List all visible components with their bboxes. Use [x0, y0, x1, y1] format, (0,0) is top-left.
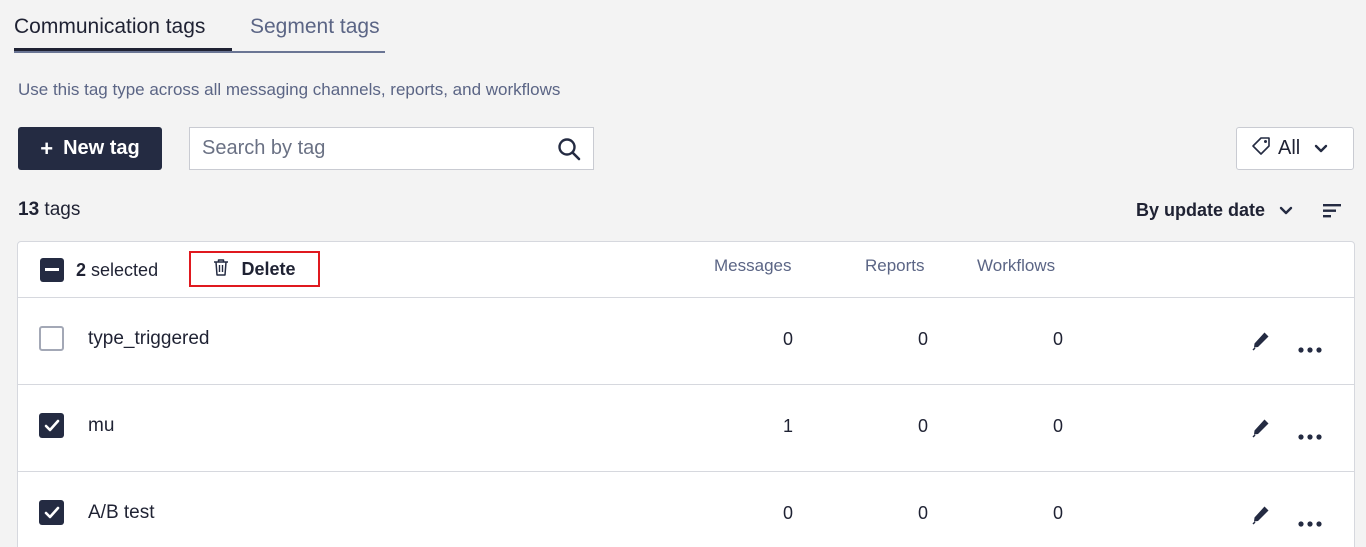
tag-count: 13 tags [18, 199, 80, 221]
tag-count-unit: tags [44, 199, 81, 220]
reports-count: 0 [917, 329, 928, 349]
workflows-count: 0 [1052, 416, 1063, 436]
selected-count: 2 [76, 259, 87, 280]
column-header-messages[interactable]: Messages [714, 256, 791, 276]
pencil-icon[interactable] [1252, 418, 1270, 443]
tag-name: A/B test [88, 502, 155, 523]
pencil-icon[interactable] [1252, 505, 1270, 530]
column-header-reports[interactable]: Reports [865, 256, 925, 276]
messages-count: 0 [782, 503, 793, 523]
table-header: 2 selected Delete Messages Reports Workf… [18, 242, 1354, 298]
workflows-count: 0 [1052, 503, 1063, 523]
trash-icon [213, 258, 229, 281]
sort-order-icon[interactable] [1322, 203, 1342, 224]
table-row: A/B test 0 0 0 [18, 472, 1354, 547]
delete-button[interactable]: Delete [189, 251, 320, 287]
delete-label: Delete [241, 258, 296, 279]
tab-communication-tags[interactable]: Communication tags [14, 0, 232, 51]
search-icon[interactable] [557, 137, 581, 166]
tag-name: mu [88, 415, 115, 436]
plus-icon: + [40, 135, 54, 161]
search-box [189, 127, 594, 170]
selection-summary: 2 selected [40, 258, 158, 282]
selected-count-text: 2 selected [76, 260, 158, 281]
tag-filter-dropdown[interactable]: All [1236, 127, 1354, 170]
tab-segment-tags[interactable]: Segment tags [232, 0, 380, 51]
chevron-down-icon [1314, 137, 1328, 160]
pencil-icon[interactable] [1252, 331, 1270, 356]
table-row: mu 1 0 0 [18, 385, 1354, 472]
tag-type-description: Use this tag type across all messaging c… [18, 80, 561, 99]
table-row: type_triggered 0 0 0 [18, 298, 1354, 385]
more-options-icon[interactable] [1298, 340, 1322, 358]
filter-value: All [1278, 137, 1301, 159]
sort-label: By update date [1136, 200, 1266, 220]
more-options-icon[interactable] [1298, 514, 1322, 532]
select-all-checkbox[interactable] [40, 258, 64, 282]
tag-count-number: 13 [18, 199, 40, 220]
sort-dropdown[interactable]: By update date [1136, 200, 1293, 221]
chevron-down-icon [1279, 200, 1293, 221]
tags-table: 2 selected Delete Messages Reports Workf… [17, 241, 1355, 547]
more-options-icon[interactable] [1298, 427, 1322, 445]
row-checkbox[interactable] [39, 500, 64, 525]
tag-icon [1250, 135, 1272, 163]
messages-count: 1 [782, 416, 793, 436]
messages-count: 0 [782, 329, 793, 349]
tab-bar: Communication tags Segment tags [14, 0, 385, 53]
new-tag-button[interactable]: + New tag [18, 127, 162, 170]
tag-name: type_triggered [88, 328, 210, 349]
new-tag-label: New tag [63, 137, 140, 159]
row-checkbox[interactable] [39, 413, 64, 438]
search-input[interactable] [190, 128, 550, 169]
column-header-workflows[interactable]: Workflows [977, 256, 1055, 276]
reports-count: 0 [917, 503, 928, 523]
reports-count: 0 [917, 416, 928, 436]
selected-label: selected [91, 259, 159, 280]
workflows-count: 0 [1052, 329, 1063, 349]
row-checkbox[interactable] [39, 326, 64, 351]
